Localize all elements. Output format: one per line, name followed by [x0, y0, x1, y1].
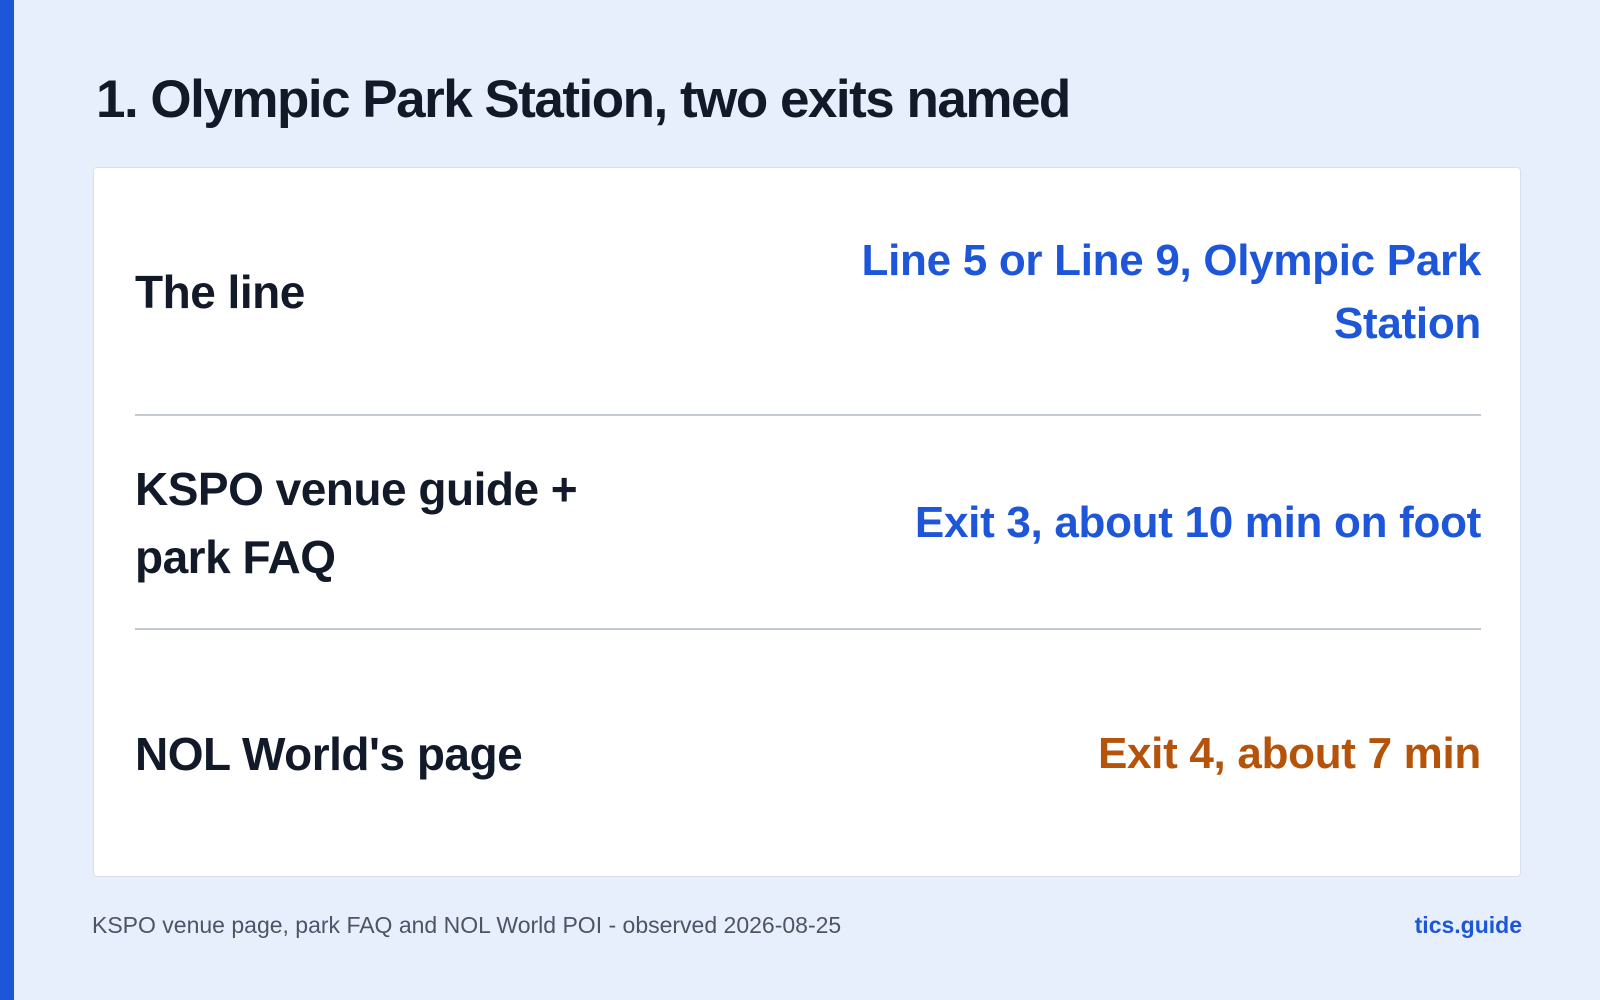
comparison-row: The line Line 5 or Line 9, Olympic Park …: [135, 168, 1481, 415]
row-value: Exit 3, about 10 min on foot: [914, 498, 1481, 547]
comparison-row: KSPO venue guide + park FAQ Exit 3, abou…: [135, 416, 1481, 629]
row-value-highlighted: Exit 4, about 7 min: [1097, 729, 1481, 778]
row-label: KSPO venue guide + park FAQ: [135, 462, 578, 583]
brand-link[interactable]: tics.guide: [1415, 910, 1522, 940]
comparison-card: The line Line 5 or Line 9, Olympic Park …: [93, 167, 1521, 877]
source-note: KSPO venue page, park FAQ and NOL World …: [92, 912, 842, 938]
row-value: Line 5 or Line 9, Olympic Park Station: [861, 235, 1482, 348]
row-label: The line: [135, 265, 305, 318]
accent-bar: [0, 0, 14, 1000]
row-label: NOL World's page: [135, 727, 523, 780]
comparison-row: NOL World's page Exit 4, about 7 min: [135, 630, 1481, 877]
page-title: 1. Olympic Park Station, two exits named: [96, 70, 1071, 129]
